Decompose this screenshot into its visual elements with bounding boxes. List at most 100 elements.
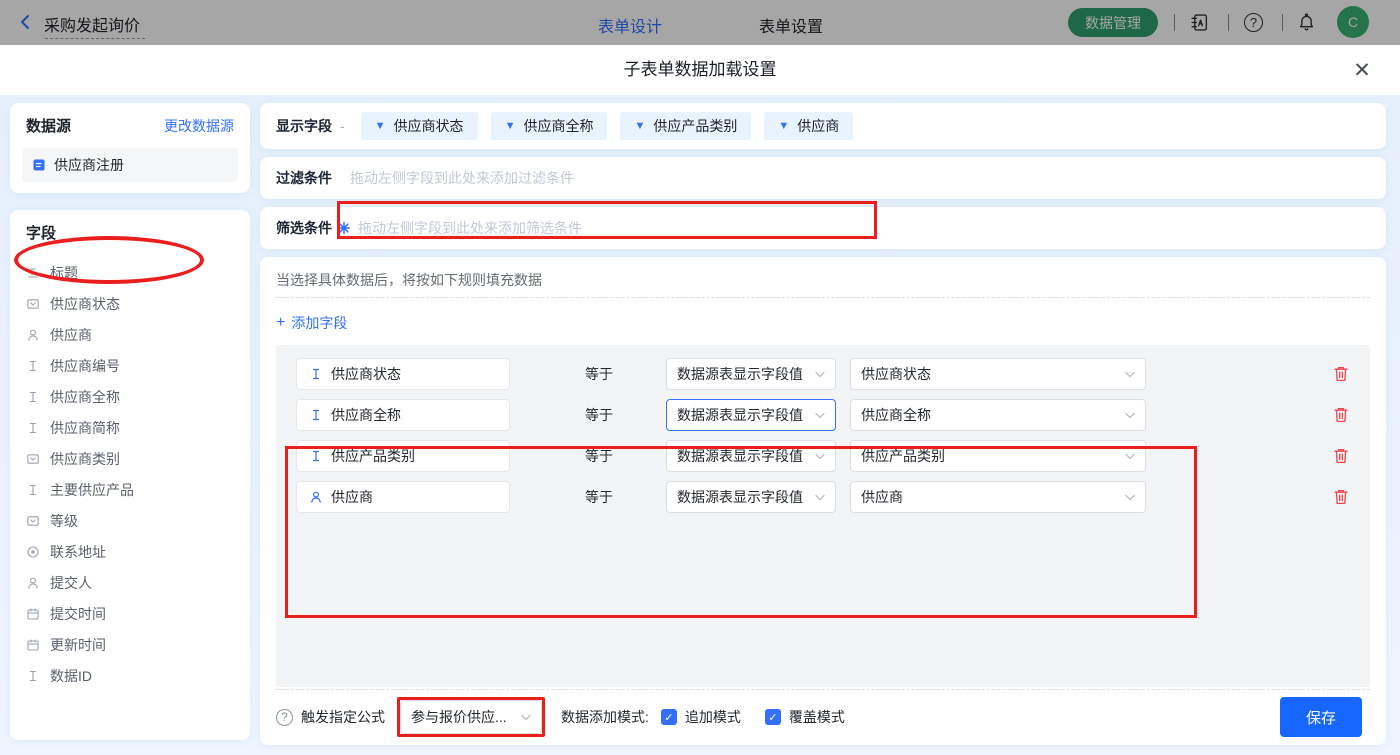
formula-annotation-box: 参与报价供应... [397,697,545,737]
rule-field-box[interactable]: 供应产品类别 [296,440,510,472]
field-item-submitter[interactable]: 提交人 [26,567,234,598]
back-button[interactable] [18,14,34,30]
data-manage-button[interactable]: 数据管理 [1068,8,1158,37]
filter-condition-row[interactable]: 过滤条件 拖动左侧字段到此处来添加过滤条件 [260,157,1386,199]
select-field-icon [26,514,40,528]
rule-source-select[interactable]: 数据源表显示字段值 [666,358,836,390]
field-item-address[interactable]: 联系地址 [26,536,234,567]
divider [1282,14,1283,31]
back-chevron-icon [18,14,34,30]
user-field-icon [26,328,40,342]
field-item-title[interactable]: 标题 [26,257,234,288]
append-mode-checkbox[interactable]: ✓ [661,709,677,725]
modal-header: 子表单数据加载设置 ✕ [0,45,1400,95]
change-datasource-link[interactable]: 更改数据源 [164,116,234,136]
rule-target-select[interactable]: 供应产品类别 [850,440,1146,472]
delete-rule-button[interactable] [1332,365,1350,383]
delete-rule-button[interactable] [1332,488,1350,506]
rule-field-box[interactable]: 供应商 [296,481,510,513]
close-icon[interactable]: ✕ [1348,56,1376,84]
date-icon [26,638,40,652]
display-fields-row: 显示字段 - ▼供应商状态 ▼供应商全称 ▼供应产品类别 ▼供应商 [260,103,1386,149]
operator-label: 等于 [585,446,613,466]
location-icon [26,545,40,559]
address-book-icon[interactable] [1190,13,1209,32]
field-item-main-products[interactable]: 主要供应产品 [26,474,234,505]
question-circle-icon[interactable]: ? [276,709,293,726]
field-item-submit-time[interactable]: 提交时间 [26,598,234,629]
screen-condition-placeholder: 拖动左侧字段到此处来添加筛选条件 [358,218,582,238]
overwrite-mode-checkbox[interactable]: ✓ [765,709,781,725]
rule-field-box[interactable]: 供应商全称 [296,399,510,431]
rule-target-select[interactable]: 供应商状态 [850,358,1146,390]
datasource-selected-item[interactable]: 供应商注册 [22,148,238,182]
screen-condition-row[interactable]: 筛选条件 拖动左侧字段到此处来添加筛选条件 [260,207,1386,249]
trash-icon [1332,365,1350,383]
field-item-update-time[interactable]: 更新时间 [26,629,234,660]
rules-footer: ? 触发指定公式 参与报价供应... 数据添加模式: ✓ 追加模式 ✓ 覆盖模式 [276,697,845,737]
field-item-data-id[interactable]: 数据ID [26,660,234,691]
field-item-supplier[interactable]: 供应商 [26,319,234,350]
rule-row: 供应商状态 等于 数据源表显示字段值 供应商状态 [296,358,1370,390]
data-add-mode-label: 数据添加模式: [561,707,649,727]
app-header: 采购发起询价 表单设计 表单设置 数据管理 ? C [0,0,1400,45]
rule-field-box[interactable]: 供应商状态 [296,358,510,390]
dropdown-triangle-icon: ▼ [634,120,645,132]
rule-row: 供应产品类别 等于 数据源表显示字段值 供应产品类别 [296,440,1370,472]
dropdown-triangle-icon: ▼ [778,120,789,132]
filter-condition-label: 过滤条件 [276,168,332,188]
delete-rule-button[interactable] [1332,447,1350,465]
fill-rules-panel: 当选择具体数据后，将按如下规则填充数据 + 添加字段 供应商状态 等于 数据源表… [260,257,1386,745]
date-icon [26,607,40,621]
text-field-icon [26,390,40,404]
datasource-heading: 数据源 [26,115,71,136]
display-fields-label: 显示字段 [276,116,332,136]
add-field-button[interactable]: + 添加字段 [276,313,347,333]
rules-table: 供应商状态 等于 数据源表显示字段值 供应商状态 [276,345,1370,687]
chevron-down-icon [815,371,825,378]
avatar[interactable]: C [1337,6,1369,38]
field-item-supplier-status[interactable]: 供应商状态 [26,288,234,319]
select-field-icon [26,297,40,311]
fields-panel: 字段 标题 供应商状态 供应商 供应商编号 [10,210,250,740]
display-field-tag[interactable]: ▼供应商全称 [491,112,608,140]
trash-icon [1332,488,1350,506]
delete-rule-button[interactable] [1332,406,1350,424]
field-list: 标题 供应商状态 供应商 供应商编号 供应商全称 [26,257,234,691]
rule-target-select[interactable]: 供应商 [850,481,1146,513]
display-field-tag[interactable]: ▼供应商状态 [361,112,478,140]
bell-icon[interactable] [1297,13,1316,32]
tab-form-settings[interactable]: 表单设置 [759,13,823,37]
chevron-down-icon [1125,494,1135,501]
append-mode-label: 追加模式 [685,707,741,727]
screen-condition-label: 筛选条件 [276,218,332,238]
rule-source-select[interactable]: 数据源表显示字段值 [666,481,836,513]
trigger-formula-label: 触发指定公式 [301,707,385,727]
gear-icon[interactable] [337,221,351,235]
text-field-icon [26,359,40,373]
display-field-tags: ▼供应商状态 ▼供应商全称 ▼供应产品类别 ▼供应商 [361,112,854,140]
form-name-underline [45,38,145,39]
rule-source-select[interactable]: 数据源表显示字段值 [666,399,836,431]
chevron-down-icon [1125,412,1135,419]
display-field-tag[interactable]: ▼供应产品类别 [620,112,751,140]
rule-source-select[interactable]: 数据源表显示字段值 [666,440,836,472]
save-button[interactable]: 保存 [1280,697,1362,737]
help-icon[interactable]: ? [1244,13,1263,32]
field-item-supplier-shortname[interactable]: 供应商简称 [26,412,234,443]
rule-row: 供应商 等于 数据源表显示字段值 供应商 [296,481,1370,513]
field-item-supplier-no[interactable]: 供应商编号 [26,350,234,381]
filter-condition-placeholder: 拖动左侧字段到此处来添加过滤条件 [350,168,574,188]
app-root: 采购发起询价 表单设计 表单设置 数据管理 ? C 子表单数据加载设置 ✕ [0,0,1400,755]
field-item-supplier-category[interactable]: 供应商类别 [26,443,234,474]
text-field-icon [309,408,323,422]
field-item-supplier-fullname[interactable]: 供应商全称 [26,381,234,412]
formula-select[interactable]: 参与报价供应... [400,700,542,734]
display-field-tag[interactable]: ▼供应商 [764,112,853,140]
chevron-down-icon [1125,453,1135,460]
field-item-grade[interactable]: 等级 [26,505,234,536]
rule-target-select[interactable]: 供应商全称 [850,399,1146,431]
text-field-icon [309,367,323,381]
tab-form-design[interactable]: 表单设计 [598,13,662,37]
chevron-down-icon [521,714,531,721]
